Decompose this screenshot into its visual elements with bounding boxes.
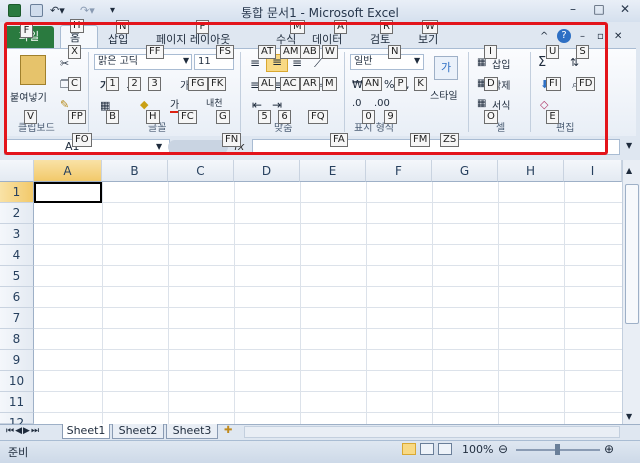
- row-header[interactable]: 9: [0, 350, 34, 371]
- grid-row-line: [34, 370, 622, 371]
- grid-column-line: [168, 182, 169, 424]
- zoom-slider-thumb[interactable]: [555, 444, 560, 455]
- grid-row-line: [34, 391, 622, 392]
- sheet-tab-sheet3[interactable]: Sheet3: [166, 424, 218, 439]
- row-header[interactable]: 5: [0, 266, 34, 287]
- column-header[interactable]: C: [168, 160, 234, 182]
- grid-column-line: [300, 182, 301, 424]
- select-all-corner[interactable]: [0, 160, 34, 182]
- grid-row-line: [34, 286, 622, 287]
- grid-column-line: [432, 182, 433, 424]
- title-bar: ↶▾ ↷▾ ▾ 통합 문서1 - Microsoft Excel – □ ✕: [0, 0, 640, 22]
- row-header[interactable]: 7: [0, 308, 34, 329]
- column-header[interactable]: G: [432, 160, 498, 182]
- maximize-button[interactable]: □: [586, 1, 612, 18]
- grid-row-line: [34, 307, 622, 308]
- sheet-tab-sheet1[interactable]: Sheet1: [62, 424, 110, 439]
- grid-row-line: [34, 202, 622, 203]
- grid-row-line: [34, 412, 622, 413]
- column-header[interactable]: B: [102, 160, 168, 182]
- sheet-nav-icon[interactable]: ⏮◀▶⏭: [6, 426, 40, 436]
- zoom-in-icon[interactable]: ⊕: [604, 442, 614, 456]
- sheet-tab-sheet2[interactable]: Sheet2: [112, 424, 164, 439]
- grid-column-line: [366, 182, 367, 424]
- grid-row-line: [34, 244, 622, 245]
- status-ready: 준비: [8, 446, 29, 459]
- vertical-scroll-thumb[interactable]: [625, 184, 639, 324]
- row-header[interactable]: 10: [0, 371, 34, 392]
- zoom-level[interactable]: 100%: [462, 443, 493, 456]
- column-header[interactable]: H: [498, 160, 564, 182]
- row-header[interactable]: 3: [0, 224, 34, 245]
- scroll-down-icon[interactable]: ▼: [626, 412, 632, 421]
- column-header[interactable]: I: [564, 160, 622, 182]
- row-header[interactable]: 11: [0, 392, 34, 413]
- workbook-close-icon[interactable]: ✕: [614, 31, 622, 42]
- grid-column-line: [564, 182, 565, 424]
- minimize-button[interactable]: –: [560, 1, 586, 18]
- horizontal-scrollbar[interactable]: [244, 426, 620, 438]
- close-button[interactable]: ✕: [612, 1, 638, 18]
- grid-row-line: [34, 328, 622, 329]
- column-header[interactable]: A: [34, 160, 102, 182]
- status-bar: [0, 440, 640, 463]
- row-header[interactable]: 1: [0, 182, 34, 203]
- grid-row-line: [34, 265, 622, 266]
- row-header[interactable]: 2: [0, 203, 34, 224]
- normal-view-icon[interactable]: [402, 443, 416, 455]
- page-layout-view-icon[interactable]: [420, 443, 434, 455]
- grid-column-line: [498, 182, 499, 424]
- grid-row-line: [34, 349, 622, 350]
- expand-formula-bar-icon[interactable]: ▼: [626, 141, 632, 150]
- page-break-view-icon[interactable]: [438, 443, 452, 455]
- row-header[interactable]: 6: [0, 287, 34, 308]
- column-header[interactable]: D: [234, 160, 300, 182]
- zoom-out-icon[interactable]: ⊖: [498, 442, 508, 456]
- active-cell[interactable]: [34, 182, 102, 203]
- insert-sheet-icon[interactable]: ✚: [224, 425, 232, 436]
- row-header[interactable]: 12: [0, 413, 34, 430]
- grid-column-line: [234, 182, 235, 424]
- grid-column-line: [102, 182, 103, 424]
- window-title: 통합 문서1 - Microsoft Excel: [241, 6, 399, 20]
- highlight-frame: [4, 22, 608, 155]
- grid-row-line: [34, 223, 622, 224]
- column-header[interactable]: E: [300, 160, 366, 182]
- column-header[interactable]: F: [366, 160, 432, 182]
- row-header[interactable]: 8: [0, 329, 34, 350]
- scroll-up-icon[interactable]: ▲: [626, 166, 632, 175]
- row-header[interactable]: 4: [0, 245, 34, 266]
